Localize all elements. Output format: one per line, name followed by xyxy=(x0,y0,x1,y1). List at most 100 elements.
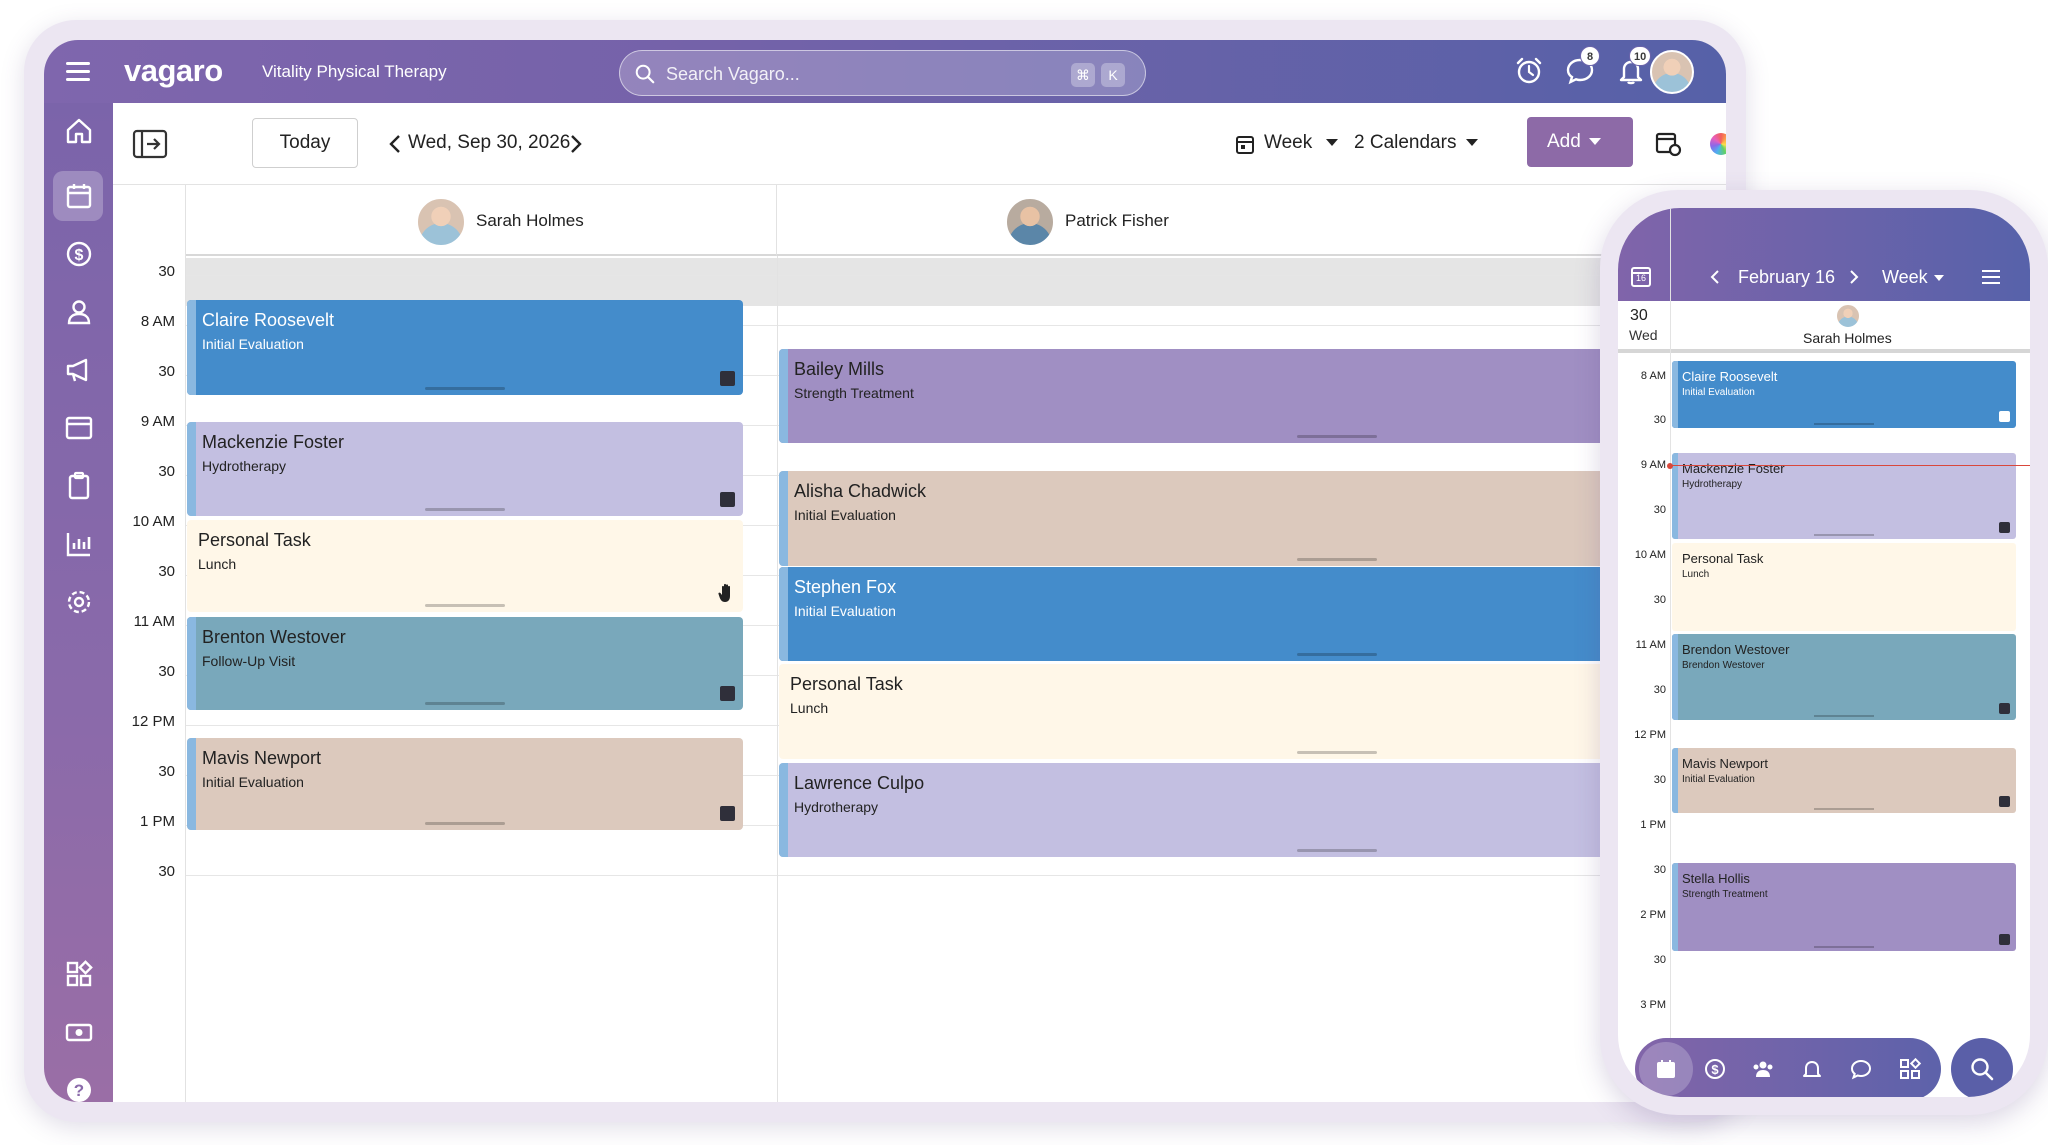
today-button[interactable]: Today xyxy=(252,118,358,168)
phone-menu-icon[interactable] xyxy=(1982,270,2000,284)
resize-handle[interactable] xyxy=(1297,751,1377,754)
client-name: Lawrence Culpo xyxy=(794,773,925,793)
resize-handle[interactable] xyxy=(1297,849,1377,852)
toggle-panel-icon[interactable] xyxy=(132,129,168,159)
phone-next-chevron-icon[interactable] xyxy=(1849,270,1859,284)
appointment-card[interactable]: Claire Roosevelt Initial Evaluation xyxy=(187,300,743,395)
add-button[interactable]: Add xyxy=(1527,117,1633,167)
forms-clipboard-icon[interactable] xyxy=(63,470,95,502)
nav-customers-icon[interactable] xyxy=(1751,1057,1775,1081)
resize-handle[interactable] xyxy=(1814,423,1874,425)
appointment-card[interactable]: Personal Task Lunch xyxy=(187,520,743,612)
client-name: Brendon Westover xyxy=(1682,642,1790,657)
search-bar[interactable]: ⌘ K xyxy=(619,50,1146,96)
appointment-card[interactable]: Mackenzie Foster Hydrotherapy xyxy=(187,422,743,516)
resize-handle[interactable] xyxy=(425,387,505,390)
phone-calendar-icon[interactable]: 16 xyxy=(1630,264,1652,288)
resize-handle[interactable] xyxy=(1814,808,1874,810)
phone-appointment-card[interactable]: Brendon Westover Brendon Westover xyxy=(1672,634,2016,720)
phone-time-label: 30 xyxy=(1653,414,1666,426)
resize-handle[interactable] xyxy=(1814,946,1874,948)
online-booking-icon[interactable] xyxy=(63,412,95,444)
apps-grid-icon[interactable] xyxy=(63,958,95,990)
client-name: Stephen Fox xyxy=(794,577,897,597)
top-bar: vagaro Vitality Physical Therapy ⌘ K 8 1… xyxy=(44,40,1726,103)
phone-search-button[interactable] xyxy=(1951,1038,2013,1097)
status-bar xyxy=(187,738,196,830)
staff-header-sarah: Sarah Holmes xyxy=(186,185,777,256)
phone-appointment-card[interactable]: Stella Hollis Strength Treatment xyxy=(1672,863,2016,951)
nav-messages-icon[interactable] xyxy=(1849,1057,1873,1081)
nav-calendar-icon[interactable] xyxy=(1654,1057,1678,1081)
help-icon[interactable]: ? xyxy=(63,1074,95,1102)
phone-appointment-card[interactable]: Claire Roosevelt Initial Evaluation xyxy=(1672,361,2016,428)
appointment-card[interactable]: Personal Task Lunch xyxy=(779,664,1726,759)
reports-chart-icon[interactable] xyxy=(63,528,95,560)
next-date-chevron-icon[interactable] xyxy=(569,134,583,154)
calendars-dropdown[interactable]: 2 Calendars xyxy=(1354,132,1479,154)
add-label: Add xyxy=(1547,131,1581,152)
client-name: Mackenzie Foster xyxy=(202,432,345,452)
settings-gear-icon[interactable] xyxy=(63,586,95,618)
nav-apps-icon[interactable] xyxy=(1898,1057,1922,1081)
appointment-card[interactable]: Bailey Mills Strength Treatment xyxy=(779,349,1726,443)
tablet-screen: vagaro Vitality Physical Therapy ⌘ K 8 1… xyxy=(44,40,1726,1102)
resize-handle[interactable] xyxy=(425,604,505,607)
note-icon xyxy=(1999,703,2010,714)
calendar-icon[interactable] xyxy=(63,180,95,212)
user-avatar[interactable] xyxy=(1650,50,1694,94)
home-icon[interactable] xyxy=(63,115,95,147)
resize-handle[interactable] xyxy=(1297,558,1377,561)
client-name: Mavis Newport xyxy=(1682,756,1768,771)
nav-bell-icon[interactable] xyxy=(1800,1057,1824,1081)
cash-drawer-icon[interactable] xyxy=(63,1016,95,1048)
resize-handle[interactable] xyxy=(425,822,505,825)
resize-handle[interactable] xyxy=(1297,435,1377,438)
appointment-card[interactable]: Brenton Westover Follow-Up Visit xyxy=(187,617,743,710)
phone-appointment-card[interactable]: Mavis Newport Initial Evaluation xyxy=(1672,748,2016,813)
dollar-icon[interactable]: $ xyxy=(63,238,95,270)
calendar-settings-icon[interactable] xyxy=(1655,130,1683,158)
resize-handle[interactable] xyxy=(1814,715,1874,717)
resize-handle[interactable] xyxy=(425,702,505,705)
phone-view-dropdown[interactable]: Week xyxy=(1882,267,1944,288)
phone-time-divider xyxy=(1670,208,1671,1097)
time-label: 8 AM xyxy=(140,313,175,330)
chevron-down-icon xyxy=(1933,275,1944,282)
service-name: Initial Evaluation xyxy=(794,507,896,523)
task-detail: Lunch xyxy=(790,700,829,716)
time-label: 30 xyxy=(158,463,175,480)
hand-cursor-icon xyxy=(718,583,730,602)
phone-day-name: Wed xyxy=(1629,327,1658,343)
service-name: Initial Evaluation xyxy=(202,336,304,352)
search-input[interactable] xyxy=(666,61,1026,87)
chevron-down-icon xyxy=(1466,139,1479,147)
appointment-card[interactable]: Alisha Chadwick Initial Evaluation xyxy=(779,471,1726,566)
notifications-badge: 10 xyxy=(1629,46,1652,66)
appointment-card[interactable]: Stephen Fox Initial Evaluation xyxy=(779,567,1726,661)
marketing-megaphone-icon[interactable] xyxy=(63,354,95,386)
blocked-hours xyxy=(186,258,1726,306)
status-bar xyxy=(779,763,788,857)
view-dropdown[interactable]: Week xyxy=(1264,132,1339,154)
resize-handle[interactable] xyxy=(1297,653,1377,656)
alarm-clock-icon[interactable] xyxy=(1514,56,1544,86)
previous-date-chevron-icon[interactable] xyxy=(388,134,402,154)
color-wheel-icon[interactable] xyxy=(1710,133,1726,155)
customers-icon[interactable] xyxy=(63,296,95,328)
phone-previous-chevron-icon[interactable] xyxy=(1710,270,1720,284)
service-name: Hydrotherapy xyxy=(202,458,287,474)
service-name: Brendon Westover xyxy=(1682,660,1765,671)
time-label: 1 PM xyxy=(139,813,175,830)
nav-dollar-icon[interactable]: $ xyxy=(1703,1057,1727,1081)
appointment-card[interactable]: Lawrence Culpo Hydrotherapy xyxy=(779,763,1726,857)
menu-icon[interactable] xyxy=(66,62,90,82)
task-name: Personal Task xyxy=(198,530,311,550)
phone-appointment-card[interactable]: Personal Task Lunch xyxy=(1672,543,2016,631)
resize-handle[interactable] xyxy=(425,508,505,511)
resize-handle[interactable] xyxy=(1814,534,1874,536)
service-name: Initial Evaluation xyxy=(1682,387,1755,398)
appointment-card[interactable]: Mavis Newport Initial Evaluation xyxy=(187,738,743,830)
phone-header: 16 February 16 Week xyxy=(1618,208,2030,301)
time-label: 11 AM xyxy=(133,613,175,630)
